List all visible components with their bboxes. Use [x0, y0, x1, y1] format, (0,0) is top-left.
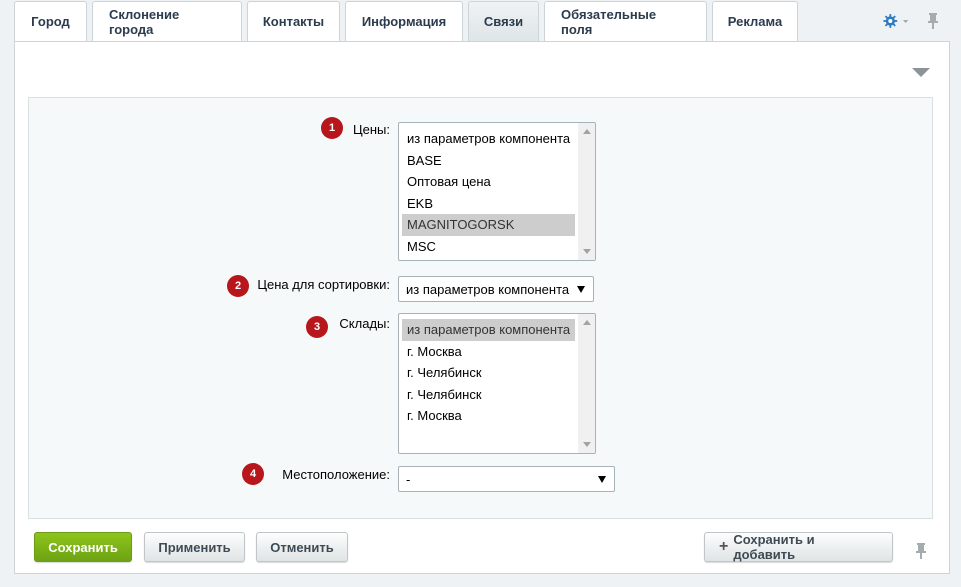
cancel-button[interactable]: Отменить [256, 532, 348, 562]
stores-option[interactable]: г. Челябинск [402, 362, 575, 384]
stores-options: из параметров компонента г. Москва г. Че… [402, 319, 575, 427]
pin-tabs-button[interactable] [926, 11, 940, 31]
sort-price-label: Цена для сортировки: [257, 277, 390, 292]
hint-badge-2[interactable]: 2 [227, 275, 249, 297]
prices-option[interactable]: EKB [402, 193, 575, 215]
stores-label: Склады: [339, 316, 390, 331]
prices-option-selected[interactable]: MAGNITOGORSK [402, 214, 575, 236]
tab-city-declension[interactable]: Склонение города [92, 1, 242, 41]
prices-listbox[interactable]: из параметров компонента BASE Оптовая це… [398, 122, 596, 261]
location-select[interactable]: - [398, 466, 615, 492]
gear-icon [883, 14, 898, 28]
prices-option[interactable]: из параметров компонента [402, 128, 575, 150]
sort-price-value: из параметров компонента [406, 281, 570, 297]
prices-label: Цены: [353, 122, 390, 137]
plus-icon: + [719, 538, 729, 555]
save-and-add-label: Сохранить и добавить [733, 532, 815, 562]
prices-scrollbar[interactable] [578, 123, 595, 260]
chevron-down-icon [902, 20, 909, 23]
stores-scrollbar[interactable] [578, 314, 595, 453]
apply-button[interactable]: Применить [144, 532, 245, 562]
stores-listbox[interactable]: из параметров компонента г. Москва г. Че… [398, 313, 596, 454]
hint-badge-4[interactable]: 4 [242, 463, 264, 485]
save-and-add-button[interactable]: + Сохранить и добавить [704, 532, 893, 562]
prices-option[interactable]: MSC [402, 236, 575, 258]
pin-icon [928, 13, 938, 29]
tab-bar: Город Склонение города Контакты Информац… [14, 0, 803, 41]
stores-option[interactable]: г. Москва [402, 341, 575, 363]
stores-option[interactable]: г. Челябинск [402, 384, 575, 406]
settings-menu[interactable] [883, 11, 909, 31]
tab-city[interactable]: Город [14, 1, 87, 41]
hint-badge-3[interactable]: 3 [306, 316, 328, 338]
scroll-down-icon[interactable] [583, 442, 591, 447]
tab-information[interactable]: Информация [345, 1, 463, 41]
pin-icon [916, 543, 926, 559]
location-value: - [406, 471, 411, 487]
tab-required-fields[interactable]: Обязательные поля [544, 1, 707, 41]
triangle-down-icon[interactable] [912, 68, 930, 77]
stores-option-selected[interactable]: из параметров компонента [402, 319, 575, 341]
prices-options: из параметров компонента BASE Оптовая це… [402, 128, 575, 257]
caret-down-icon [577, 286, 585, 293]
pin-buttons-button[interactable] [914, 541, 928, 561]
save-button[interactable]: Сохранить [34, 532, 132, 562]
scroll-up-icon[interactable] [583, 320, 591, 325]
sort-price-select[interactable]: из параметров компонента [398, 276, 594, 302]
tab-links[interactable]: Связи [468, 1, 539, 41]
scroll-down-icon[interactable] [583, 249, 591, 254]
prices-option[interactable]: Оптовая цена [402, 171, 575, 193]
tab-advertising[interactable]: Реклама [712, 1, 798, 41]
prices-option[interactable]: BASE [402, 150, 575, 172]
caret-down-icon [598, 476, 606, 483]
hint-badge-1[interactable]: 1 [321, 117, 343, 139]
stores-option[interactable]: г. Москва [402, 405, 575, 427]
scroll-up-icon[interactable] [583, 129, 591, 134]
location-label: Местоположение: [282, 467, 390, 482]
tab-contacts[interactable]: Контакты [247, 1, 340, 41]
